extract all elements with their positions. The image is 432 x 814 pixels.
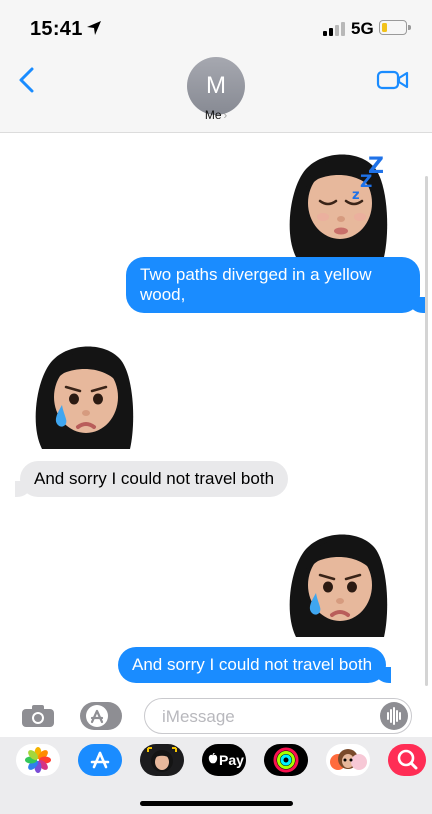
back-chevron-icon[interactable] bbox=[16, 66, 40, 94]
status-bar: 15:41 5G bbox=[0, 0, 432, 58]
memoji-stickers-button[interactable] bbox=[140, 744, 184, 776]
incoming-message-bubble[interactable]: And sorry I could not travel both bbox=[15, 461, 289, 497]
message-input-placeholder: iMessage bbox=[162, 707, 235, 726]
animoji-app-button[interactable] bbox=[326, 744, 370, 776]
scrollbar[interactable] bbox=[425, 176, 428, 686]
animoji-icon bbox=[330, 749, 367, 770]
location-arrow-icon bbox=[87, 21, 101, 35]
waveform-icon bbox=[387, 707, 401, 725]
app-store-icon bbox=[86, 705, 108, 727]
photos-app-button[interactable] bbox=[16, 744, 60, 776]
app-store-app-button[interactable] bbox=[78, 744, 122, 776]
message-text-line: wood, bbox=[140, 285, 186, 304]
contact-name: Me bbox=[204, 108, 222, 122]
contact-avatar[interactable]: M bbox=[187, 57, 245, 115]
contact-chevron-icon: › bbox=[223, 110, 228, 122]
camera-icon[interactable] bbox=[20, 704, 56, 728]
svg-text:z: z bbox=[352, 188, 360, 203]
outgoing-message-bubble[interactable]: And sorry I could not travel both bbox=[118, 647, 392, 683]
photos-icon bbox=[25, 747, 51, 773]
battery-icon bbox=[379, 20, 411, 35]
image-search-icon bbox=[397, 749, 418, 770]
audio-message-button[interactable] bbox=[380, 702, 408, 730]
image-search-app-button[interactable] bbox=[388, 744, 426, 776]
apple-pay-button[interactable]: Pay bbox=[202, 744, 246, 776]
network-type: 5G bbox=[351, 19, 374, 38]
message-composer: iMessage bbox=[0, 694, 432, 736]
message-text: And sorry I could not travel both bbox=[34, 469, 275, 488]
message-text: And sorry I could not travel both bbox=[132, 655, 373, 674]
video-call-icon[interactable] bbox=[376, 68, 410, 92]
app-store-icon bbox=[90, 751, 110, 769]
activity-app-button[interactable] bbox=[264, 744, 308, 776]
memoji-stickers-icon bbox=[147, 747, 177, 772]
message-text-line: Two paths diverged in a yellow bbox=[140, 265, 372, 284]
outgoing-message-bubble[interactable]: Two paths diverged in a yellow wood, bbox=[126, 257, 425, 313]
crying-memoji-icon[interactable] bbox=[276, 519, 404, 647]
app-store-button[interactable] bbox=[80, 702, 122, 730]
apple-pay-icon bbox=[208, 753, 218, 764]
message-input[interactable]: iMessage bbox=[144, 698, 412, 734]
svg-text:Z: Z bbox=[360, 172, 372, 192]
message-thread[interactable]: Z Z z Two paths diverged in a yellow woo… bbox=[0, 133, 432, 693]
apple-pay-label: Pay bbox=[219, 752, 244, 768]
contact-name-row[interactable]: Me › bbox=[0, 108, 432, 122]
conversation-header: M Me › bbox=[0, 57, 432, 133]
activity-icon bbox=[273, 747, 299, 773]
crying-memoji-icon[interactable] bbox=[22, 331, 150, 459]
status-time: 15:41 bbox=[30, 18, 83, 40]
home-indicator[interactable] bbox=[140, 801, 293, 806]
sleeping-memoji-icon[interactable]: Z Z z bbox=[276, 139, 404, 267]
